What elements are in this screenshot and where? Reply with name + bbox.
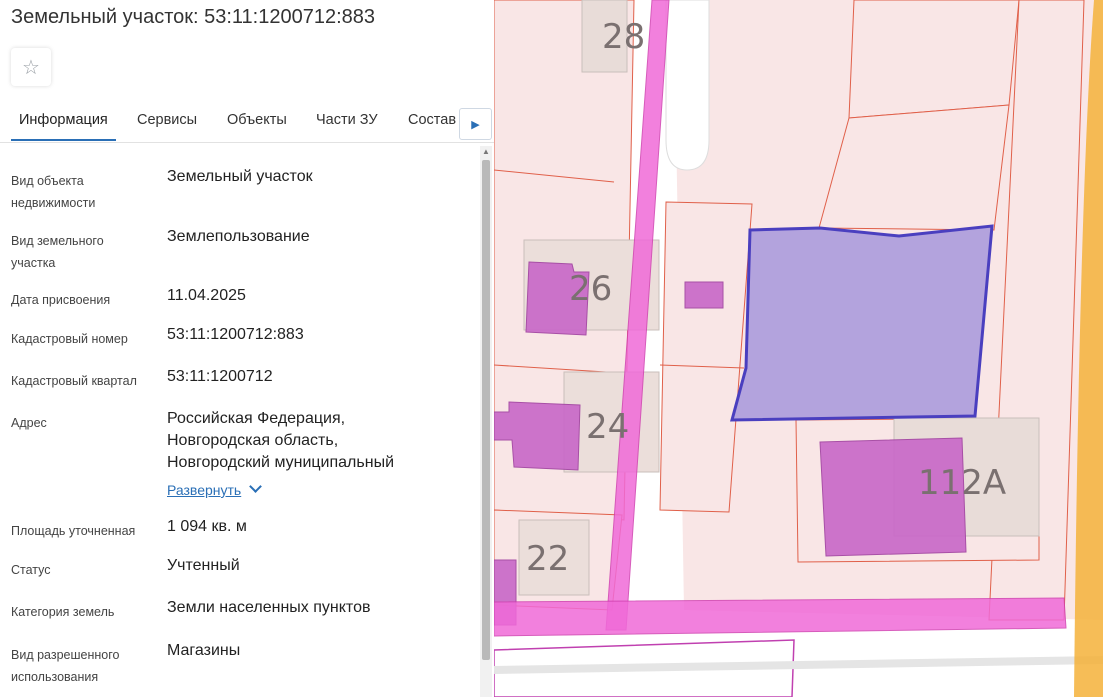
field-value: 1 094 кв. м xyxy=(167,518,247,535)
field-label: Адрес xyxy=(11,416,47,430)
scroll-up-icon[interactable]: ▲ xyxy=(480,146,492,158)
road-line xyxy=(494,656,1103,674)
field-label: Вид разрешенного использования xyxy=(11,648,120,684)
tab-bar: Информация Сервисы Объекты Части ЗУ Сост… xyxy=(0,104,494,143)
field-value: 53:11:1200712:883 xyxy=(167,326,304,343)
tab-composition[interactable]: Состав xyxy=(408,112,456,128)
map-canvas[interactable]: 28 26 24 22 112А xyxy=(494,0,1103,697)
field-label: Вид объекта недвижимости xyxy=(11,174,96,210)
house-number: 112А xyxy=(918,463,1006,503)
tabs-next-button[interactable]: ▶ xyxy=(459,108,492,140)
field-value: Земельный участок xyxy=(167,168,313,185)
field-value: Земли населенных пунктов xyxy=(167,599,371,616)
field-label: Кадастровый номер xyxy=(11,332,128,346)
field-label: Категория земель xyxy=(11,605,115,619)
field-value: Российская Федерация, Новгородская облас… xyxy=(167,410,394,471)
parcel-top-right-2 xyxy=(818,104,1010,231)
road-culdesac xyxy=(665,0,710,171)
page-title: Земельный участок: 53:11:1200712:883 xyxy=(11,6,376,28)
scrollbar-thumb[interactable] xyxy=(482,160,490,660)
field-label: Вид земельного участка xyxy=(11,234,104,270)
selected-parcel xyxy=(730,224,994,422)
house-number: 24 xyxy=(586,407,629,447)
favorite-button[interactable]: ☆ xyxy=(11,48,51,86)
field-value: Учтенный xyxy=(167,557,240,574)
field-label: Статус xyxy=(11,563,51,577)
chevron-down-icon xyxy=(249,480,263,493)
parcel-top-right xyxy=(848,0,1020,119)
building xyxy=(684,281,724,309)
caret-right-icon: ▶ xyxy=(471,118,480,131)
field-value: 53:11:1200712 xyxy=(167,368,273,385)
tab-services[interactable]: Сервисы xyxy=(137,112,197,128)
field-label: Дата присвоения xyxy=(11,293,111,307)
expand-link[interactable]: Развернуть xyxy=(167,480,263,498)
expand-link-label: Развернуть xyxy=(167,482,242,498)
house-number: 26 xyxy=(569,269,612,309)
info-panel: Земельный участок: 53:11:1200712:883 ☆ И… xyxy=(0,0,494,697)
field-label: Кадастровый квартал xyxy=(11,374,137,388)
house-number: 28 xyxy=(602,17,645,57)
tab-parts[interactable]: Части ЗУ xyxy=(316,112,378,128)
road xyxy=(494,597,1067,637)
field-value: Магазины xyxy=(167,642,241,659)
tab-objects[interactable]: Объекты xyxy=(227,112,287,128)
scrollbar[interactable]: ▲ xyxy=(480,146,492,697)
field-value: Землепользование xyxy=(167,228,310,245)
field-value: 11.04.2025 xyxy=(167,287,246,304)
tab-information[interactable]: Информация xyxy=(11,112,116,141)
cadastral-map[interactable]: 28 26 24 22 112А xyxy=(494,0,1103,697)
house-number: 22 xyxy=(526,539,569,579)
field-label: Площадь уточненная xyxy=(11,524,136,538)
star-icon: ☆ xyxy=(22,56,40,79)
